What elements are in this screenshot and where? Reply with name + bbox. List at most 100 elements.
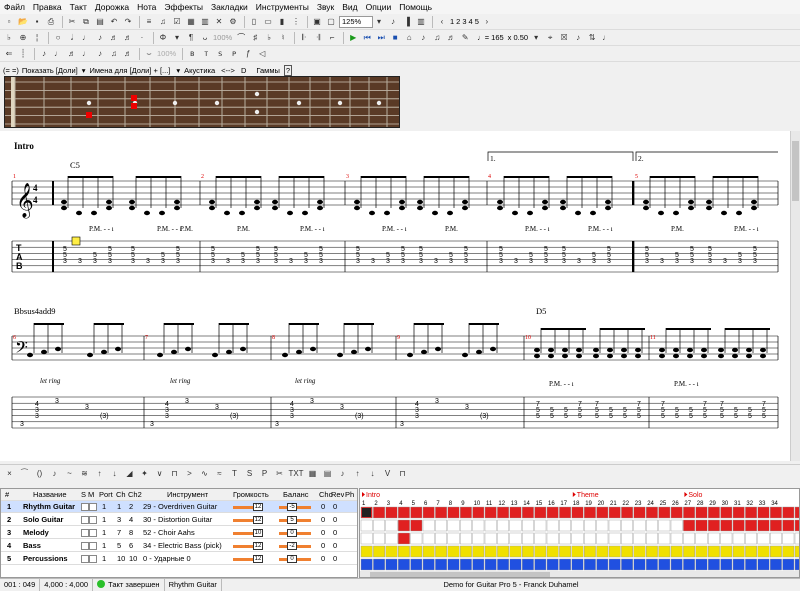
menu-item-0[interactable]: Файл [0, 0, 29, 14]
menu-item-2[interactable]: Такт [66, 0, 91, 14]
dotted-note-icon[interactable]: · [136, 32, 148, 44]
page-2[interactable]: 2 [456, 17, 460, 26]
down-arrow-icon[interactable]: ↓ [366, 468, 379, 480]
guitar-icon[interactable]: ✂ [273, 468, 286, 480]
repeat-open-icon[interactable]: 𝄆 [298, 32, 310, 44]
volume-knob[interactable]: 12 [253, 555, 263, 563]
chord-diagram-icon[interactable]: ▤ [321, 468, 334, 480]
open-file-icon[interactable]: 📂 [17, 16, 29, 28]
mute-checkbox[interactable] [89, 555, 97, 563]
header-ch[interactable]: Ch [116, 489, 126, 501]
print-icon[interactable]: ⎙ [45, 16, 57, 28]
track-name[interactable]: Percussions [23, 553, 79, 565]
track-row[interactable]: 2 Solo Guitar 1 3 4 30 - Distortion Guitar 12 5… [1, 514, 357, 526]
header-m[interactable]: M [88, 489, 94, 501]
thirtysecond-note-icon[interactable]: ♬ [122, 32, 134, 44]
solo-checkbox[interactable] [81, 529, 89, 537]
mute-checkbox[interactable] [89, 516, 97, 524]
header-volume[interactable]: Громкость [233, 489, 269, 501]
menu-item-10[interactable]: Опции [362, 0, 396, 14]
track-name[interactable]: Rhythm Guitar [23, 501, 79, 513]
eighth-note-icon[interactable]: ♪ [94, 32, 106, 44]
accent-icon[interactable]: > [183, 468, 196, 480]
multi-page-icon[interactable]: ▣ [311, 16, 323, 28]
check-icon[interactable]: ☑ [171, 16, 183, 28]
pitch-down-icon[interactable]: ♭ [263, 32, 275, 44]
fade-in-icon[interactable]: ◢ [123, 468, 136, 480]
pick-up-icon[interactable]: ∨ [153, 468, 166, 480]
menu-item-9[interactable]: Вид [338, 0, 361, 14]
mute-icon[interactable]: ☒ [558, 32, 570, 44]
curve-icon[interactable]: ⌣ [143, 48, 155, 60]
balance-knob[interactable]: -2 [287, 542, 297, 550]
play-from-start-icon[interactable]: ⏮ [361, 32, 373, 44]
zoom-select[interactable]: 125% [339, 15, 373, 28]
header-ph[interactable]: Ph [345, 489, 354, 501]
fret-arrows-label[interactable]: <--> [221, 66, 235, 75]
vertical-view-icon[interactable]: ⋮ [290, 16, 302, 28]
prev-page-icon[interactable]: ‹ [436, 16, 448, 28]
balance-knob[interactable]: 0 [287, 555, 297, 563]
count-icon[interactable]: ♬ [445, 32, 457, 44]
half-note-icon[interactable]: 𝅗𝅥 [66, 32, 78, 44]
tie-icon[interactable]: ⌒ [235, 32, 247, 44]
fade-icon[interactable]: ◁ [256, 48, 268, 60]
track-instrument[interactable]: 52 - Choir Aahs [143, 527, 231, 539]
n-icon[interactable]: ⊓ [396, 468, 409, 480]
menu-item-8[interactable]: Звук [313, 0, 338, 14]
guitar-icon[interactable]: ♪ [387, 16, 399, 28]
track-props-icon[interactable]: ♭ [3, 32, 15, 44]
wide-vibrato-icon[interactable]: ≈ [213, 468, 226, 480]
repeat-close-icon[interactable]: 𝄇 [312, 32, 324, 44]
tab-icon[interactable]: ʙ [186, 48, 198, 60]
track-name[interactable]: Bass [23, 540, 79, 552]
fret-acoustic-label[interactable]: Акустика [184, 66, 215, 75]
track-instrument[interactable]: 34 - Electric Bass (pick) [143, 540, 231, 552]
track-row[interactable]: 5 Percussions 1 10 10 0 - Ударные 0 12 0 0 0 [1, 553, 357, 565]
track-instrument[interactable]: 29 - Overdriven Guitar [143, 501, 231, 513]
page-3[interactable]: 3 [462, 17, 466, 26]
header-rev[interactable]: Rev [331, 489, 344, 501]
slide-icon[interactable]: ♪ [94, 48, 106, 60]
speed-display[interactable]: x 0.50 [508, 33, 528, 42]
header-name[interactable]: Название [33, 489, 67, 501]
song-timeline[interactable]: Intro Theme Solo 1 2 3 4 5 6 7 8 9 10 11 12 13 14 15 16 17 1… [359, 488, 800, 578]
extra-icon[interactable]: ♩ [600, 32, 612, 44]
rest-icon[interactable]: ¶ [185, 32, 197, 44]
copy-icon[interactable]: ⧉ [80, 16, 92, 28]
tune-icon[interactable]: ⇅ [586, 32, 598, 44]
page-4[interactable]: 4 [469, 17, 473, 26]
fret-names-label[interactable]: Имена для [Доли] + [...] [89, 66, 170, 75]
v-icon[interactable]: V [381, 468, 394, 480]
track-instrument[interactable]: 0 - Ударные 0 [143, 553, 231, 565]
redo-icon[interactable]: ↷ [122, 16, 134, 28]
pick-down-icon[interactable]: ⊓ [168, 468, 181, 480]
track-row[interactable]: 4 Bass 1 5 6 34 - Electric Bass (pick) 12 -2 0 0 [1, 540, 357, 552]
header-ch2[interactable]: Ch2 [128, 489, 142, 501]
section-marker[interactable]: Intro [366, 492, 380, 499]
next-page-icon[interactable]: › [481, 16, 493, 28]
vibrato-icon[interactable]: ♫ [108, 48, 120, 60]
page-1[interactable]: 1 [450, 17, 454, 26]
volume-knob[interactable]: 10 [253, 529, 263, 537]
metronome-icon[interactable]: ⌂ [403, 32, 415, 44]
save-icon[interactable]: ▪ [31, 16, 43, 28]
bar-icon[interactable]: ▦ [185, 16, 197, 28]
tools-icon[interactable]: ✕ [213, 16, 225, 28]
section-marker[interactable]: Solo [688, 492, 702, 499]
balance-knob[interactable]: 0 [287, 529, 297, 537]
zoom-dropdown-icon[interactable]: ▾ [373, 16, 385, 28]
sixteenth-icon[interactable]: ♬ [66, 48, 78, 60]
mixer-icon[interactable]: ▐ [401, 16, 413, 28]
quarter-icon[interactable]: ♩ [52, 48, 64, 60]
menu-item-6[interactable]: Закладки [207, 0, 252, 14]
fretboard[interactable] [4, 76, 400, 128]
accent-icon[interactable]: ᴗ [199, 32, 211, 44]
fret-names-dropdown-icon[interactable]: ▾ [176, 66, 180, 75]
parchment-view-icon[interactable]: ▮ [276, 16, 288, 28]
track-row[interactable]: 3 Melody 1 7 8 52 - Choir Aahs 10 0 0 0 [1, 527, 357, 539]
bar-props-icon[interactable]: ¦ [31, 32, 43, 44]
header-instrument[interactable]: Инструмент [167, 489, 208, 501]
grace-icon[interactable]: ♪ [48, 468, 61, 480]
fingering-icon[interactable]: ┊ [17, 48, 29, 60]
